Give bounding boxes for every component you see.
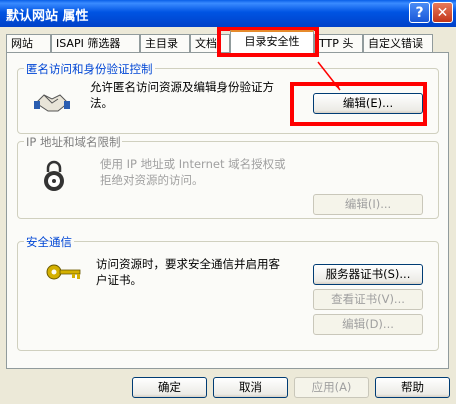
- tab-http-headers[interactable]: TTP 头: [314, 34, 363, 52]
- tab-home-directory[interactable]: 主目录: [140, 34, 190, 52]
- key-icon: [46, 264, 81, 280]
- view-certificate-button[interactable]: 查看证书(V)...: [313, 289, 423, 310]
- ip-desc-line1: 使用 IP 地址或 Internet 域名授权或: [100, 157, 286, 171]
- tab-website[interactable]: 网站: [6, 34, 51, 52]
- edit-authentication-button[interactable]: 编辑(E)...: [313, 93, 423, 114]
- secure-communications-group: 安全通信 访问资源时，要求安全通信并启用客 户证书。 服务器证书(S)... 查…: [17, 234, 439, 351]
- help-button[interactable]: 帮助: [375, 377, 450, 398]
- secure-communications-title: 安全通信: [24, 234, 74, 250]
- window-title: 默认网站 属性: [6, 9, 89, 24]
- anonymous-desc-line1: 允许匿名访问资源及编辑身份验证方: [90, 80, 274, 94]
- tab-isapi-filters[interactable]: ISAPI 筛选器: [51, 34, 140, 52]
- help-title-button[interactable]: ?: [409, 2, 430, 23]
- secure-desc-line1: 访问资源时，要求安全通信并启用客: [96, 257, 280, 271]
- close-button[interactable]: ✕: [432, 2, 453, 23]
- apply-button[interactable]: 应用(A): [294, 377, 369, 398]
- handshake-icon: [34, 94, 70, 112]
- title-bar[interactable]: 默认网站 属性 ? ✕: [0, 0, 456, 27]
- properties-dialog: 默认网站 属性 ? ✕ 网站 ISAPI 筛选器 主目录 文档 目录安全性 TT…: [0, 0, 456, 404]
- anonymous-access-description: 允许匿名访问资源及编辑身份验证方 法。: [90, 79, 320, 111]
- lock-icon: [44, 160, 64, 191]
- cancel-button[interactable]: 取消: [213, 377, 288, 398]
- tab-custom-errors[interactable]: 自定义错误: [363, 34, 433, 52]
- anonymous-access-title: 匿名访问和身份验证控制: [24, 61, 155, 77]
- ip-restrictions-description: 使用 IP 地址或 Internet 域名授权或 拒绝对资源的访问。: [100, 156, 350, 188]
- secure-communications-description: 访问资源时，要求安全通信并启用客 户证书。: [96, 256, 306, 288]
- ip-desc-line2: 拒绝对资源的访问。: [100, 173, 204, 187]
- tab-panel: 匿名访问和身份验证控制 允许匿名访问资源及编辑身份验证方 法。 编辑(E)...…: [6, 52, 449, 369]
- anonymous-access-group: 匿名访问和身份验证控制 允许匿名访问资源及编辑身份验证方 法。 编辑(E)...: [17, 61, 439, 134]
- secure-desc-line2: 户证书。: [96, 273, 142, 287]
- ip-restrictions-group: IP 地址和域名限制 使用 IP 地址或 Internet 域名授权或 拒绝对资…: [17, 134, 439, 219]
- tab-strip: 网站 ISAPI 筛选器 主目录 文档 目录安全性 TTP 头 自定义错误: [0, 30, 456, 53]
- server-certificate-button[interactable]: 服务器证书(S)...: [313, 264, 423, 285]
- edit-secure-comm-button[interactable]: 编辑(D)...: [313, 314, 423, 335]
- tab-documents[interactable]: 文档: [190, 34, 230, 52]
- ip-restrictions-title: IP 地址和域名限制: [24, 134, 123, 150]
- ok-button[interactable]: 确定: [132, 377, 207, 398]
- edit-ip-restrictions-button[interactable]: 编辑(I)...: [313, 194, 423, 215]
- tab-directory-security[interactable]: 目录安全性: [230, 30, 314, 53]
- anonymous-desc-line2: 法。: [90, 96, 113, 110]
